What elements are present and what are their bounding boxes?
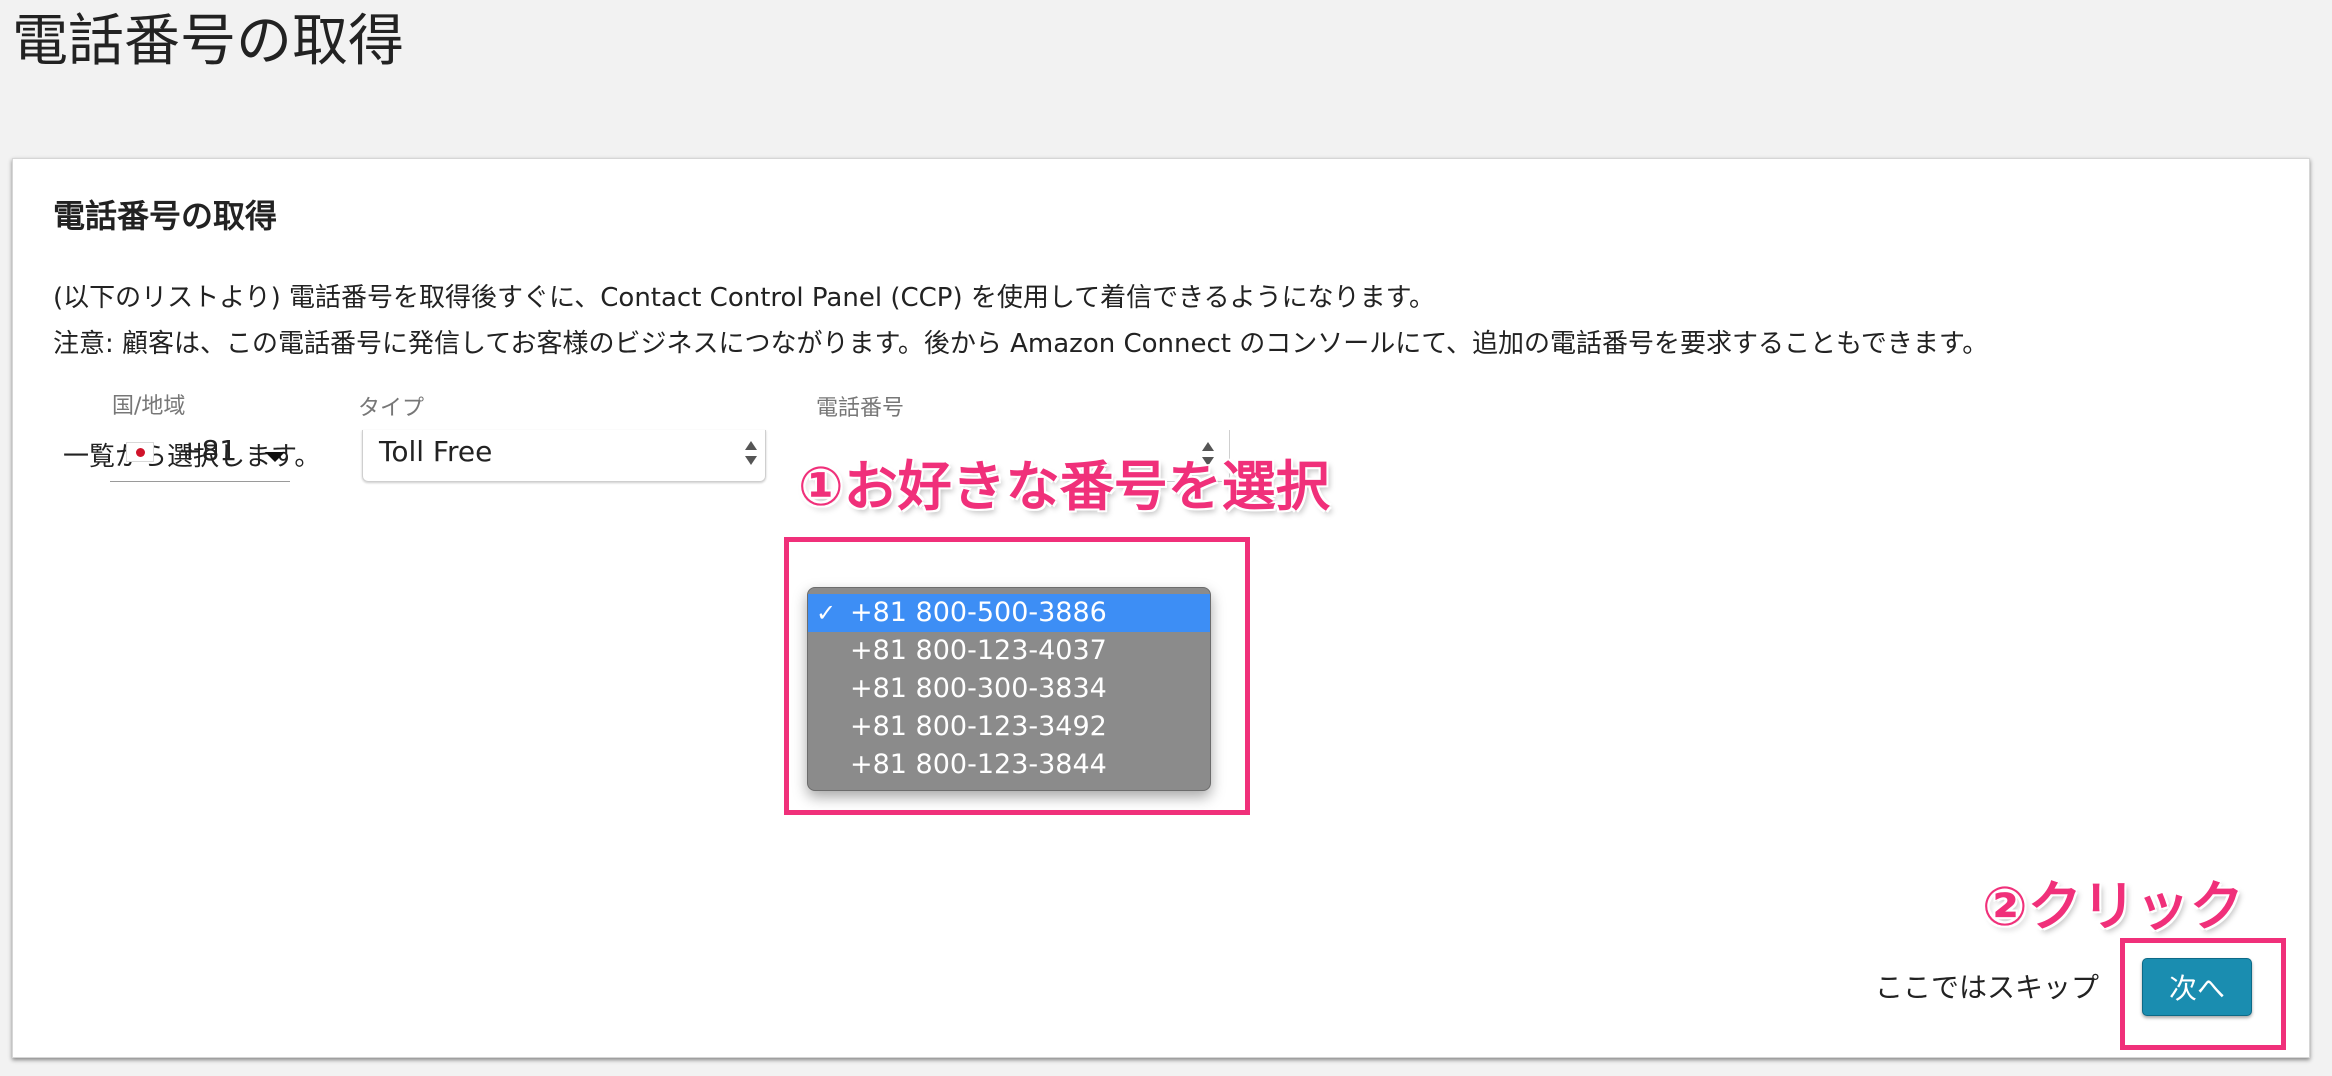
annotation-step-2: ②クリック xyxy=(1982,875,2244,938)
type-select[interactable]: Toll Free xyxy=(362,430,766,482)
type-label: タイプ xyxy=(358,396,425,421)
country-dial-code: +81 xyxy=(178,434,238,467)
annotation-step-1: ①お好きな番号を選択 xyxy=(798,455,1330,518)
card-title: 電話番号の取得 xyxy=(53,197,278,235)
description-line-1: (以下のリストより) 電話番号を取得後すぐに、Contact Control P… xyxy=(53,283,1435,313)
annotation-highlight-box xyxy=(784,537,1250,815)
phone-number-label: 電話番号 xyxy=(816,396,905,421)
type-value: Toll Free xyxy=(379,435,493,468)
caret-down-icon xyxy=(265,452,285,462)
country-label: 国/地域 xyxy=(112,394,186,419)
japan-flag-icon xyxy=(126,442,154,462)
select-arrows-icon xyxy=(745,441,757,465)
skip-link[interactable]: ここではスキップ xyxy=(1875,966,2099,1006)
description-line-2: 注意: 顧客は、この電話番号に発信してお客様のビジネスにつながります。後から A… xyxy=(53,329,1989,359)
page-title: 電話番号の取得 xyxy=(12,9,404,74)
country-select[interactable]: +81 xyxy=(110,430,290,482)
annotation-highlight-box xyxy=(2120,938,2286,1050)
